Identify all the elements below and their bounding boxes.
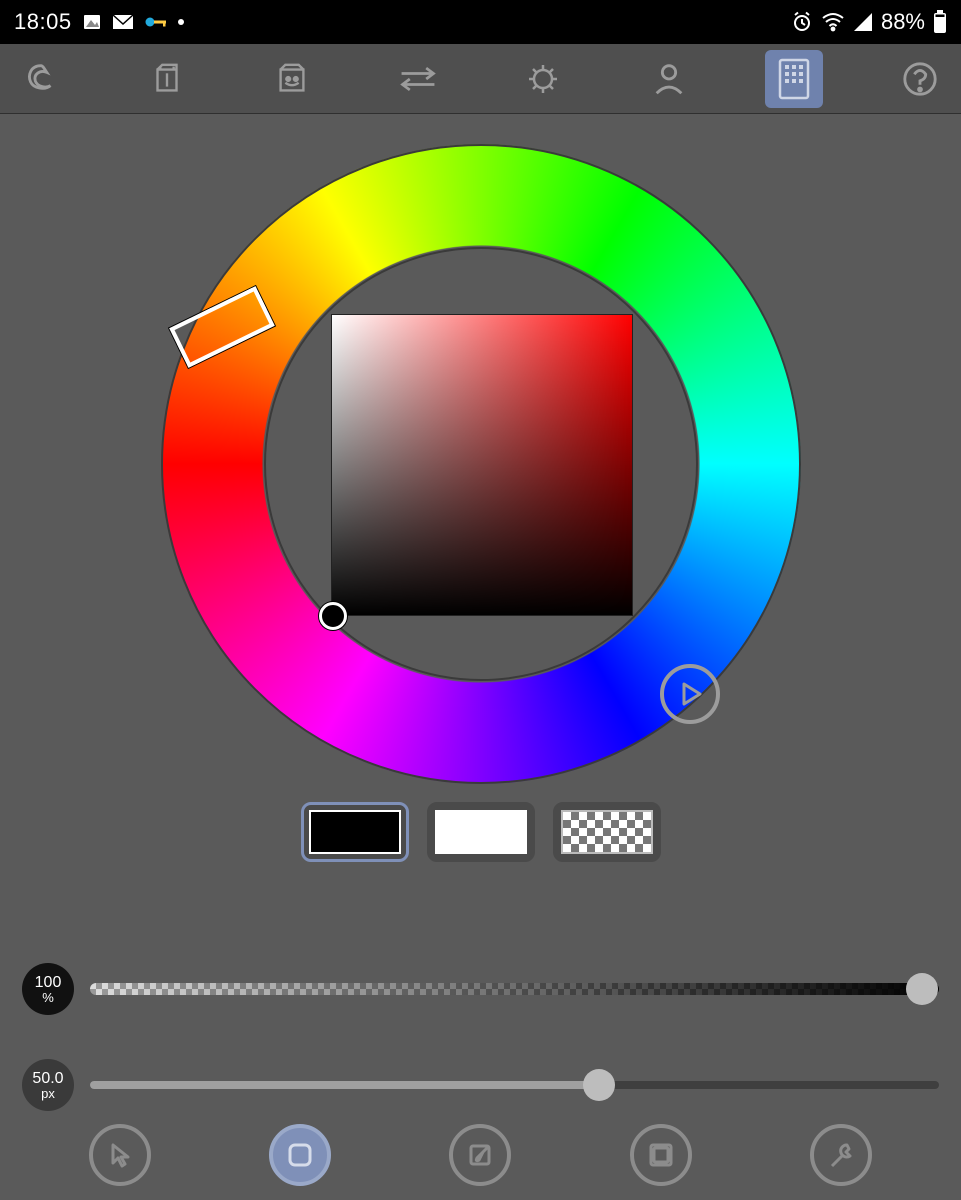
swatch-secondary[interactable]: [427, 802, 535, 862]
mail-icon: [112, 12, 134, 32]
alarm-icon: [791, 11, 813, 33]
size-value-badge: 50.0 px: [22, 1059, 74, 1111]
store-icon[interactable]: [263, 50, 321, 108]
app-logo-icon[interactable]: [12, 50, 70, 108]
size-thumb[interactable]: [583, 1069, 615, 1101]
wifi-icon: [821, 12, 845, 32]
color-picker-panel: 100 % 50.0 px: [0, 114, 961, 1200]
color-swatch-row: [301, 802, 661, 862]
size-value: 50.0: [32, 1071, 63, 1087]
opacity-unit: %: [42, 991, 54, 1004]
battery-icon: [933, 10, 947, 34]
opacity-value: 100: [35, 975, 62, 991]
status-battery-text: 88%: [881, 9, 925, 35]
signal-icon: [853, 12, 873, 32]
size-track[interactable]: [90, 1075, 939, 1095]
settings-gear-icon[interactable]: [514, 50, 572, 108]
play-icon[interactable]: [660, 664, 720, 724]
sv-indicator[interactable]: [319, 602, 347, 630]
key-icon: [144, 15, 168, 29]
status-time: 18:05: [14, 9, 72, 35]
brush-tool-icon[interactable]: [449, 1124, 511, 1186]
shape-tool-icon[interactable]: [269, 1124, 331, 1186]
opacity-slider: 100 %: [22, 966, 939, 1012]
swap-icon[interactable]: [389, 50, 447, 108]
saturation-value-square[interactable]: [331, 314, 633, 616]
opacity-thumb[interactable]: [906, 973, 938, 1005]
picture-icon: [82, 12, 102, 32]
size-slider: 50.0 px: [22, 1062, 939, 1108]
bottom-toolbar: [0, 1110, 961, 1200]
opacity-track[interactable]: [90, 979, 939, 999]
gallery-icon[interactable]: [138, 50, 196, 108]
dot-icon: [178, 19, 184, 25]
grid-panel-icon[interactable]: [765, 50, 823, 108]
profile-icon[interactable]: [640, 50, 698, 108]
layers-icon[interactable]: [630, 1124, 692, 1186]
swatch-primary[interactable]: [301, 802, 409, 862]
opacity-value-badge: 100 %: [22, 963, 74, 1015]
select-tool-icon[interactable]: [89, 1124, 151, 1186]
swatch-transparent[interactable]: [553, 802, 661, 862]
android-status-bar: 18:05 88%: [0, 0, 961, 44]
help-icon[interactable]: [891, 50, 949, 108]
top-toolbar: [0, 44, 961, 114]
size-unit: px: [41, 1087, 55, 1100]
tools-wrench-icon[interactable]: [810, 1124, 872, 1186]
